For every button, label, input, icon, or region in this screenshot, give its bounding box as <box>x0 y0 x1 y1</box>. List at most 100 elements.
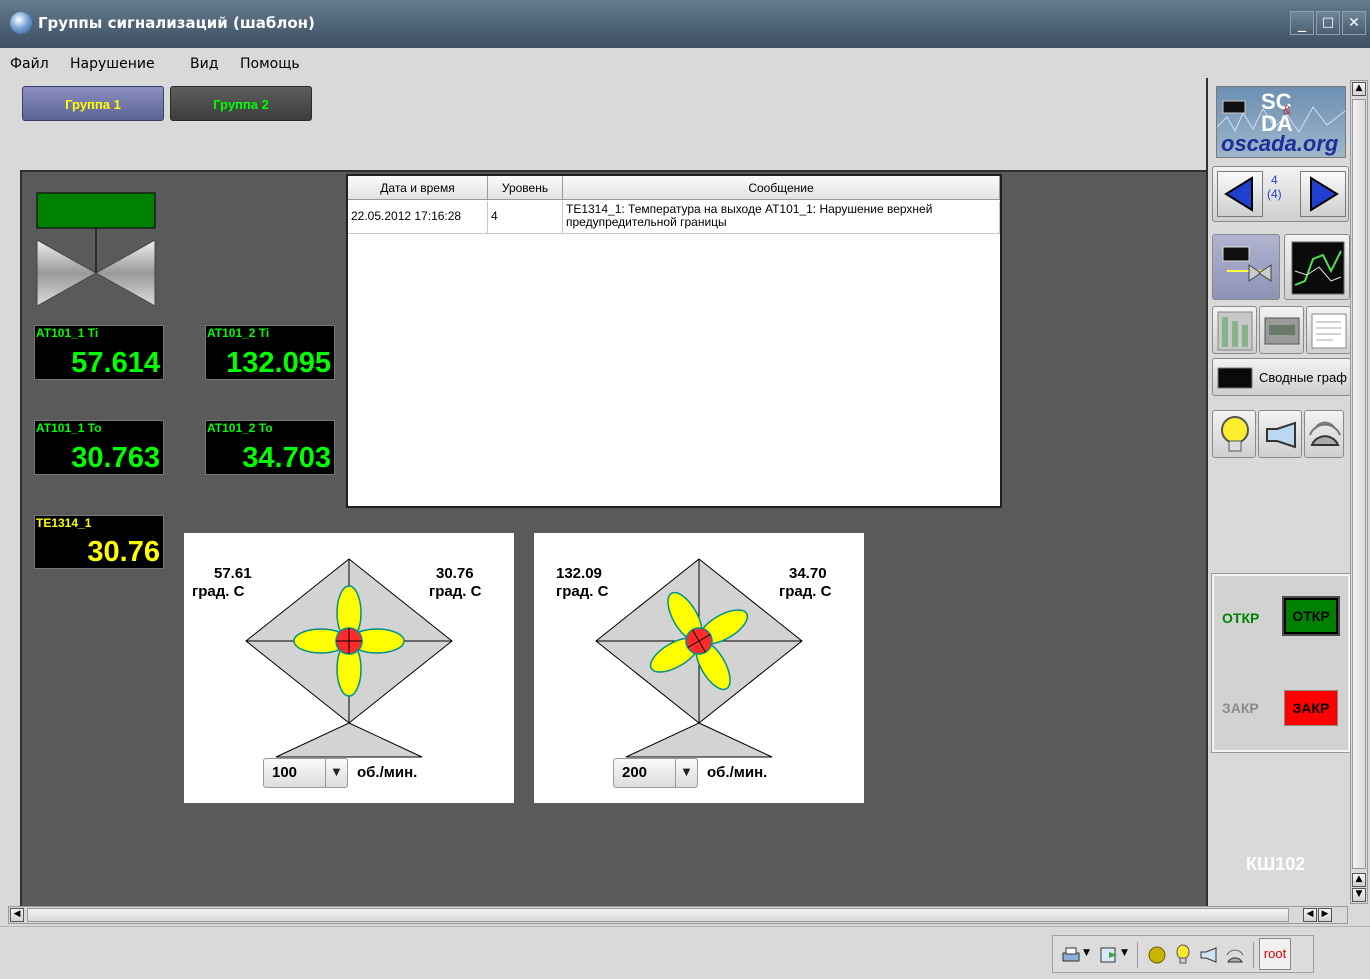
light-alarm-button[interactable] <box>1212 410 1256 458</box>
panel-view-button-1[interactable] <box>1212 306 1257 354</box>
printer-icon[interactable] <box>1061 946 1081 964</box>
group-band: Группа 1 Группа 2 <box>0 78 1206 170</box>
fan-speed-select[interactable]: 200 ▼ <box>613 758 698 788</box>
horizontal-scrollbar[interactable]: ◀ ◀ ▶ <box>8 906 1348 924</box>
display-label: TE1314_1 <box>36 516 92 530</box>
mnemonic-view-button[interactable] <box>1212 234 1280 300</box>
column-header-datetime[interactable]: Дата и время <box>348 176 488 200</box>
menu-violation[interactable]: Нарушение <box>70 56 155 72</box>
fan-graphic <box>245 558 453 758</box>
user-indicator[interactable]: root <box>1259 938 1291 970</box>
horn-icon[interactable] <box>1199 947 1219 963</box>
valve-control-panel: ОТКР ОТКР ЗАКР ЗАКР <box>1211 573 1351 753</box>
column-header-message[interactable]: Сообщение <box>563 176 1000 200</box>
display-value: 30.763 <box>71 442 160 474</box>
valve-actuator-block <box>36 192 156 229</box>
scroll-right-button[interactable]: ▶ <box>1318 908 1332 922</box>
fan-panel-2: 132.09 град. С 34.70 град. С 200 ▼ об./м… <box>534 533 864 803</box>
title-bar: Группы сигнализаций (шаблон) _ □ ✕ <box>0 0 1370 48</box>
display-label: AT101_2 To <box>207 421 273 435</box>
menu-view[interactable]: Вид <box>190 56 218 72</box>
display-label: AT101_1 Ti <box>36 326 99 340</box>
separator <box>1253 942 1254 968</box>
display-te1314-1: TE1314_1 30.76 <box>34 515 164 569</box>
alarm-table[interactable]: Дата и время Уровень Сообщение 22.05.201… <box>346 174 1002 508</box>
chevron-down-icon[interactable]: ▼ <box>675 759 697 787</box>
trend-view-button[interactable] <box>1284 234 1350 300</box>
group-1-label: Группа 1 <box>65 97 121 112</box>
valve-close-button[interactable]: ЗАКР <box>1284 690 1338 726</box>
scrollbar-thumb[interactable] <box>1352 99 1366 869</box>
fan-speed-value: 100 <box>272 764 298 781</box>
valve-close-status: ЗАКР <box>1222 700 1259 716</box>
display-label: AT101_2 Ti <box>207 326 270 340</box>
chevron-down-icon[interactable]: ▼ <box>325 759 347 787</box>
chevron-down-icon[interactable]: ▼ <box>1121 948 1128 958</box>
display-at101-1-to: AT101_1 To 30.763 <box>34 420 164 475</box>
page-total: (4) <box>1267 187 1282 201</box>
horn-alarm-button[interactable] <box>1258 410 1302 458</box>
column-header-level[interactable]: Уровень <box>488 176 563 200</box>
page-navigator: 4 (4) <box>1212 166 1349 222</box>
sound-alarm-button[interactable] <box>1304 410 1344 458</box>
chevron-down-icon[interactable]: ▼ <box>1083 948 1090 958</box>
fan-speed-select[interactable]: 100 ▼ <box>263 758 348 788</box>
oscada-logo: SC & DA oscada.org <box>1216 86 1346 158</box>
scrollbar-thumb[interactable] <box>27 908 1289 922</box>
group-2-button[interactable]: Группа 2 <box>170 86 312 121</box>
fan-speed-unit: об./мин. <box>357 764 418 781</box>
display-at101-1-ti: AT101_1 Ti 57.614 <box>34 325 164 380</box>
valve-right-wing <box>94 239 156 307</box>
display-value: 132.095 <box>226 347 331 379</box>
chart-icon <box>1291 241 1345 295</box>
alarm-status-icon[interactable] <box>1147 945 1167 965</box>
display-at101-2-ti: AT101_2 Ti 132.095 <box>205 325 335 380</box>
minimize-button[interactable]: _ <box>1290 11 1314 35</box>
scroll-left-button-2[interactable]: ◀ <box>1303 908 1317 922</box>
panel-view-button-2[interactable] <box>1259 306 1304 354</box>
panel-gauges-icon <box>1217 311 1253 351</box>
window-title: Группы сигнализаций (шаблон) <box>38 14 315 32</box>
valve-open-button[interactable]: ОТКР <box>1282 596 1340 636</box>
scroll-down-button[interactable]: ▼ <box>1352 888 1366 902</box>
logo-site: oscada.org <box>1221 131 1339 156</box>
table-cell-level[interactable]: 4 <box>488 201 563 234</box>
valve-left-wing <box>36 239 98 307</box>
status-tools: ▼ ▼ root <box>1052 935 1314 973</box>
next-page-button[interactable] <box>1300 171 1346 217</box>
menu-help[interactable]: Помощь <box>240 56 300 72</box>
status-bar: ▼ ▼ root <box>0 926 1370 979</box>
menu-file[interactable]: Файл <box>10 56 49 72</box>
right-panel: SC & DA oscada.org 4 (4) Сводные граф ОТ… <box>1206 78 1351 906</box>
prev-page-button[interactable] <box>1217 171 1263 217</box>
siren-icon[interactable] <box>1225 944 1245 966</box>
separator <box>1137 942 1138 968</box>
scroll-up-button[interactable]: ▲ <box>1352 82 1366 96</box>
valve-open-status: ОТКР <box>1222 610 1260 626</box>
export-icon[interactable] <box>1099 946 1119 964</box>
page-current: 4 <box>1271 173 1278 187</box>
display-value: 57.614 <box>71 347 160 379</box>
arrow-right-icon <box>1310 176 1339 212</box>
fan-panel-1: 57.61 град. С 30.76 град. С 100 ▼ об./ми… <box>184 533 514 803</box>
valve-graphic[interactable] <box>34 190 160 312</box>
vertical-scrollbar[interactable]: ▲ ▲ ▼ <box>1350 80 1368 904</box>
display-value: 30.76 <box>87 536 160 568</box>
close-button[interactable]: ✕ <box>1342 11 1366 35</box>
summary-graphs-icon <box>1217 367 1253 389</box>
group-1-button[interactable]: Группа 1 <box>22 86 164 121</box>
summary-graphs-label: Сводные граф <box>1259 370 1347 385</box>
app-icon <box>10 12 32 34</box>
scroll-left-button[interactable]: ◀ <box>10 908 24 922</box>
fan-speed-value: 200 <box>622 764 648 781</box>
arrow-left-icon <box>1224 176 1253 212</box>
panel-view-button-3[interactable] <box>1306 306 1351 354</box>
summary-graphs-button[interactable]: Сводные граф <box>1212 358 1351 396</box>
lightbulb-icon[interactable] <box>1175 944 1191 966</box>
fan-speed-unit: об./мин. <box>707 764 768 781</box>
maximize-button[interactable]: □ <box>1316 11 1340 35</box>
scroll-up-button-lower[interactable]: ▲ <box>1352 873 1366 887</box>
table-cell-message[interactable]: TE1314_1: Температура на выходе AT101_1:… <box>563 201 1000 234</box>
table-cell-date[interactable]: 22.05.2012 17:16:28 <box>348 201 488 234</box>
panel-display-icon <box>1264 317 1300 345</box>
